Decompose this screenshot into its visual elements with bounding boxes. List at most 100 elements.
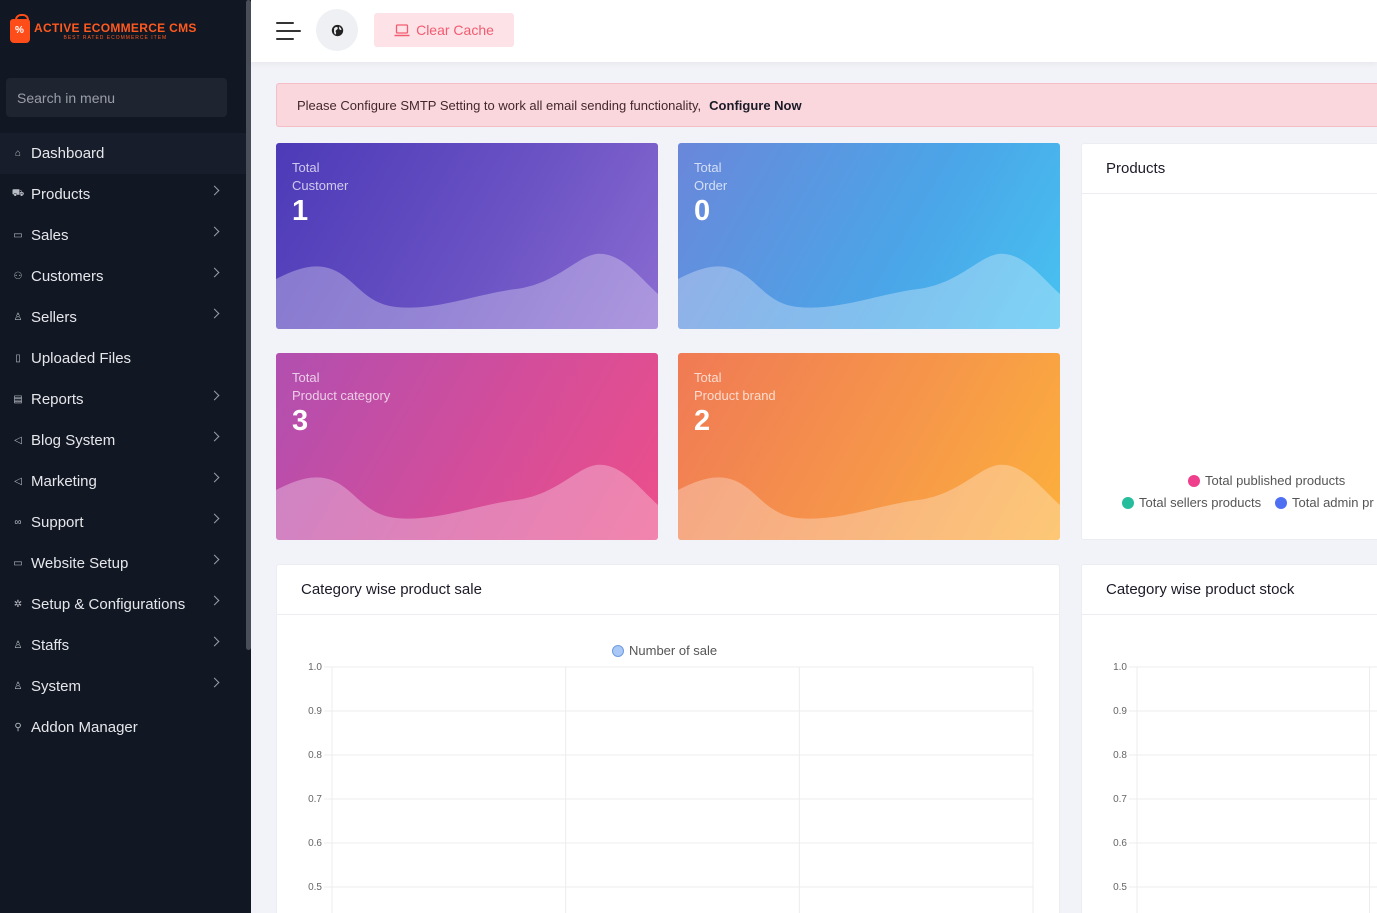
sidebar-item-dashboard[interactable]: ⌂ Dashboard — [0, 133, 246, 174]
sidebar-item-label: Reports — [31, 391, 84, 408]
chevron-right-icon — [209, 226, 220, 237]
y-tick-label: 0.8 — [1113, 750, 1127, 761]
y-tick-label: 0.5 — [1113, 882, 1127, 893]
legend-dot — [1275, 496, 1287, 509]
folder-icon: ▯ — [15, 353, 21, 364]
legend-item-admin[interactable]: Total admin pr — [1275, 495, 1374, 510]
money-icon: ▭ — [13, 230, 23, 241]
sidebar-item-reports[interactable]: ▤ Reports — [0, 379, 246, 420]
sidebar-item-products[interactable]: ⛟ Products — [0, 174, 246, 215]
sidebar-item-addon-manager[interactable]: ⚲ Addon Manager — [0, 707, 246, 748]
menu-search — [6, 78, 227, 117]
chevron-right-icon — [209, 185, 220, 196]
link-icon: ∞ — [14, 517, 22, 528]
sidebar-item-label: Marketing — [31, 473, 97, 490]
sidebar-scrollbar[interactable] — [246, 0, 251, 650]
wave-decoration — [276, 464, 658, 540]
sidebar-item-label: Addon Manager — [31, 719, 138, 736]
configure-now-link[interactable]: Configure Now — [709, 98, 801, 113]
sidebar-item-label: Dashboard — [31, 145, 105, 162]
wave-decoration — [678, 464, 1060, 540]
sidebar-item-label: Website Setup — [31, 555, 129, 572]
dharmachakra-icon: ✲ — [13, 599, 23, 610]
smtp-alert-message: Please Configure SMTP Setting to work al… — [297, 97, 702, 113]
y-tick-label: 0.7 — [1113, 794, 1127, 805]
sidebar-item-marketing[interactable]: ◁ Marketing — [0, 461, 246, 502]
bullhorn-icon: ◁ — [14, 476, 22, 487]
home-icon: ⌂ — [14, 148, 22, 159]
stat-label-line2: Customer — [292, 178, 349, 193]
stat-value: 0 — [694, 195, 711, 227]
logo-tagline: BEST RATED ECOMMERCE ITEM — [63, 34, 168, 41]
legend-label: Total admin pr — [1292, 495, 1374, 510]
y-tick-label: 0.7 — [308, 794, 322, 805]
stat-label-line1: Total — [292, 160, 320, 175]
category-stock-panel: Category wise product stock 1.0 0.9 0.8 0.7… — [1081, 564, 1377, 913]
sidebar-item-label: Support — [31, 514, 84, 531]
sidebar-item-sales[interactable]: ▭ Sales — [0, 215, 246, 256]
chevron-right-icon — [209, 595, 220, 606]
legend-item-published[interactable]: Total published products — [1188, 473, 1345, 488]
legend-item-sellers[interactable]: Total sellers products — [1122, 495, 1261, 510]
stat-label-line2: Order — [694, 178, 728, 193]
sidebar: ACTIVE ECOMMERCE CMS BEST RATED ECOMMERC… — [0, 0, 251, 913]
chevron-right-icon — [209, 390, 220, 401]
stock-chart: 1.0 0.9 0.8 0.7 0.6 0.5 — [1113, 662, 1377, 913]
globe-button[interactable] — [316, 9, 358, 51]
logo-name: ACTIVE ECOMMERCE CMS — [34, 20, 197, 35]
stat-card-order: Total Order 0 — [678, 143, 1060, 329]
clear-cache-label: Clear Cache — [416, 22, 494, 38]
legend-label: Total published products — [1205, 473, 1346, 488]
sidebar-item-uploaded-files[interactable]: ▯ Uploaded Files — [0, 338, 246, 379]
stat-card-category: Total Product category 3 — [276, 353, 658, 540]
clear-cache-button[interactable]: Clear Cache — [374, 13, 514, 47]
wave-decoration — [276, 253, 658, 329]
legend-dot — [1188, 474, 1200, 487]
y-tick-label: 0.8 — [308, 750, 322, 761]
legend-label: Total sellers products — [1139, 495, 1262, 510]
sidebar-item-setup-configurations[interactable]: ✲ Setup & Configurations — [0, 584, 246, 625]
chevron-right-icon — [209, 472, 220, 483]
products-panel: Products Total published products Total … — [1081, 143, 1377, 540]
chevron-right-icon — [209, 677, 220, 688]
y-tick-label: 0.6 — [308, 838, 322, 849]
menu-search-input[interactable] — [17, 89, 216, 106]
sidebar-item-system[interactable]: ♙ System — [0, 666, 246, 707]
sidebar-item-blog-system[interactable]: ◁ Blog System — [0, 420, 246, 461]
sidebar-item-support[interactable]: ∞ Support — [0, 502, 246, 543]
chevron-right-icon — [209, 267, 220, 278]
wrench-icon: ⚲ — [14, 722, 22, 733]
user-icon: ♙ — [13, 312, 23, 323]
y-tick-label: 1.0 — [1113, 662, 1127, 673]
panel-title: Products — [1082, 144, 1377, 194]
stat-label-line2: Product brand — [694, 388, 776, 403]
y-tick-label: 1.0 — [308, 662, 322, 673]
cart-icon: ⛟ — [11, 188, 25, 199]
sidebar-item-label: Uploaded Files — [31, 350, 132, 367]
laptop-icon — [394, 23, 410, 36]
category-sale-panel: Category wise product sale Number of sal… — [276, 564, 1060, 913]
sidebar-item-sellers[interactable]: ♙ Sellers — [0, 297, 246, 338]
stat-value: 2 — [694, 405, 711, 437]
chevron-right-icon — [209, 636, 220, 647]
file-icon: ▤ — [13, 394, 23, 405]
sidebar-item-label: Staffs — [31, 637, 70, 654]
sidebar-item-label: Customers — [31, 268, 104, 285]
stat-card-customer: Total Customer 1 — [276, 143, 658, 329]
sidebar-item-label: Sales — [31, 227, 69, 244]
sidebar-item-website-setup[interactable]: ▭ Website Setup — [0, 543, 246, 584]
shopping-bag-icon — [10, 14, 30, 43]
y-tick-label: 0.9 — [1113, 706, 1127, 717]
smtp-alert: Please Configure SMTP Setting to work al… — [276, 83, 1377, 127]
menu-toggle-icon[interactable] — [276, 22, 301, 42]
logo[interactable]: ACTIVE ECOMMERCE CMS BEST RATED ECOMMERC… — [10, 14, 197, 46]
chevron-right-icon — [209, 308, 220, 319]
sidebar-item-label: Blog System — [31, 432, 116, 449]
sidebar-item-staffs[interactable]: ♙ Staffs — [0, 625, 246, 666]
chevron-right-icon — [209, 513, 220, 524]
sidebar-item-label: Sellers — [31, 309, 77, 326]
bullhorn-icon: ◁ — [14, 435, 22, 446]
user-icon: ♙ — [13, 681, 23, 692]
desktop-icon: ▭ — [13, 558, 23, 569]
sidebar-item-customers[interactable]: ⚇ Customers — [0, 256, 246, 297]
